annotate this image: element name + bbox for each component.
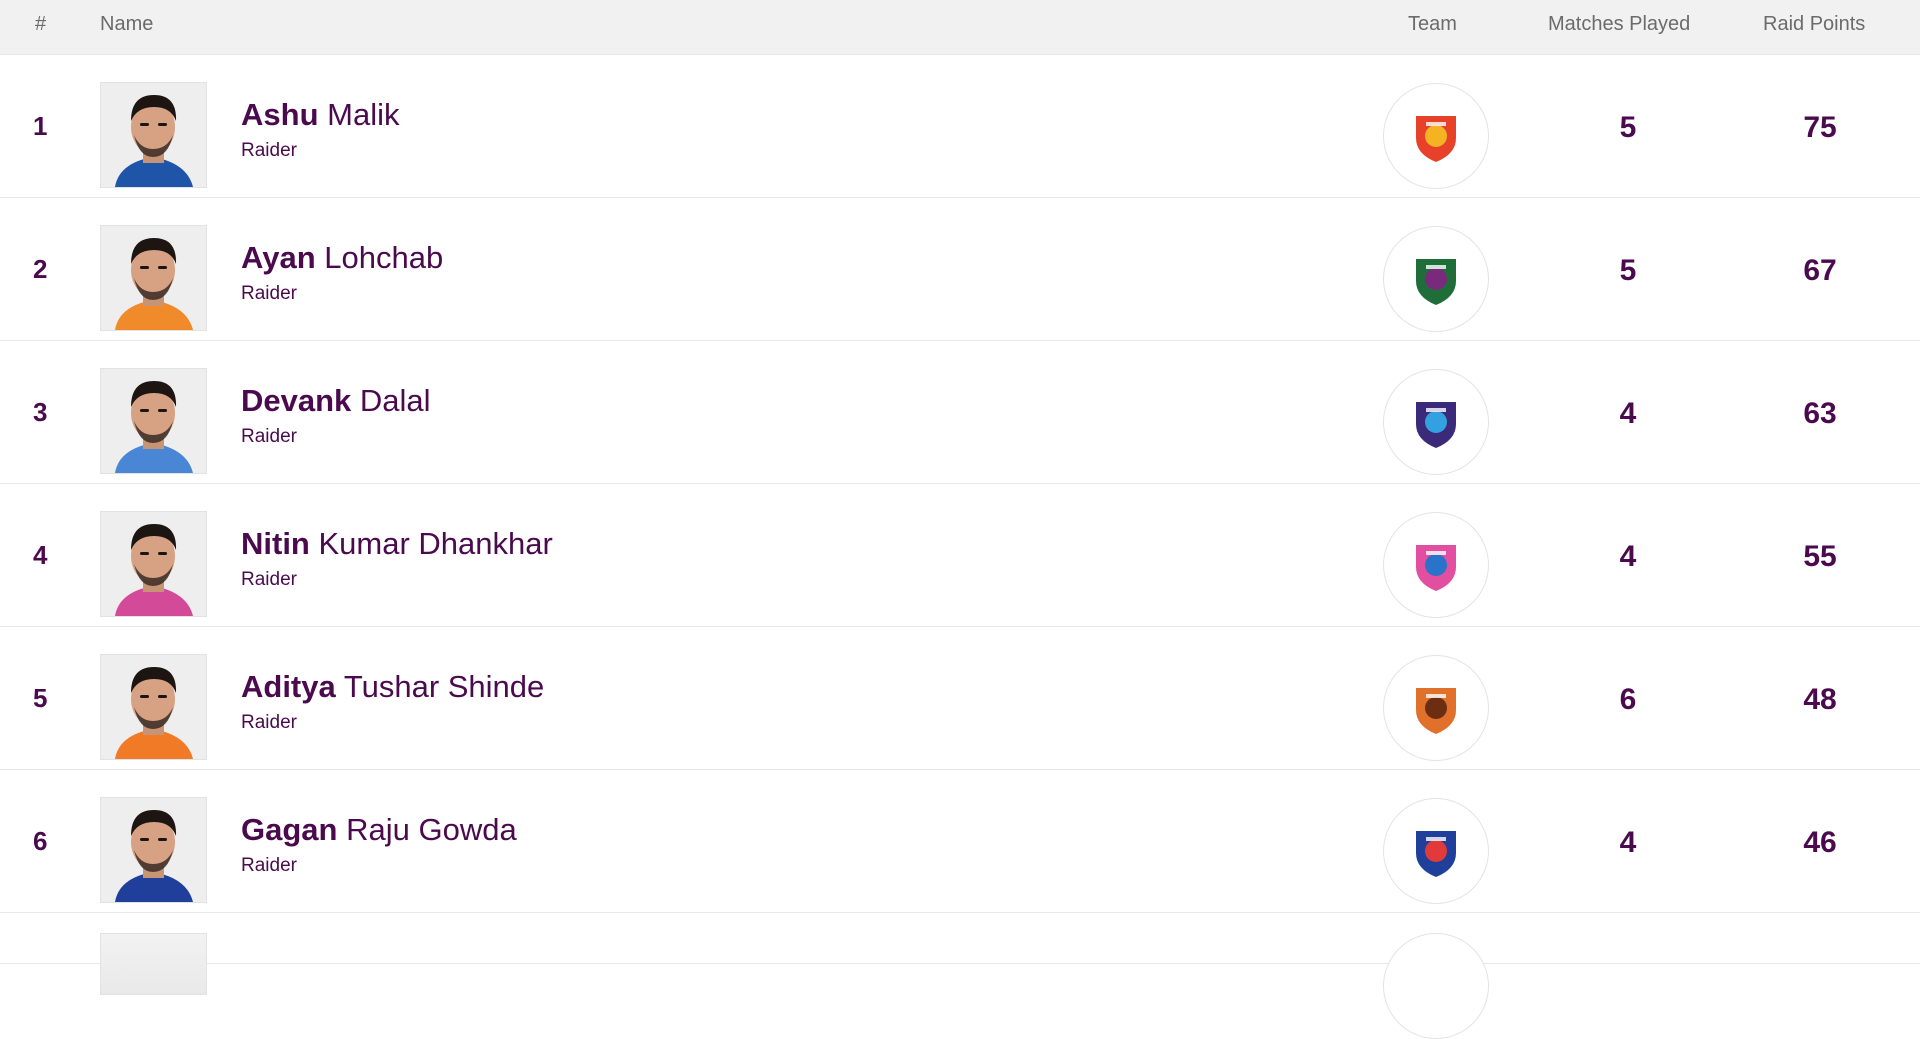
player-rank: 4 <box>33 540 48 570</box>
player-name[interactable]: Aditya Tushar Shinde <box>241 669 544 705</box>
header-rank: # <box>35 13 47 35</box>
player-last-name: Dalal <box>359 383 431 418</box>
matches-played-value: 4 <box>1619 397 1637 430</box>
table-header: # Name Team Matches Played Raid Points <box>0 0 1920 55</box>
raid-points-value: 46 <box>1803 826 1837 859</box>
header-matches-played[interactable]: Matches Played <box>1548 13 1690 36</box>
player-rank: 3 <box>33 397 48 427</box>
player-photo[interactable] <box>100 511 207 617</box>
player-last-name: Lohchab <box>324 240 444 275</box>
table-row[interactable]: 3 Devank Dalal Raider 4 63 <box>0 341 1920 484</box>
raid-points-value: 67 <box>1803 254 1837 287</box>
player-rank: 5 <box>33 683 48 713</box>
player-name[interactable]: Devank Dalal <box>241 383 431 419</box>
player-photo[interactable] <box>100 797 207 903</box>
team-logo-placeholder <box>1383 933 1489 1039</box>
header-raid-points[interactable]: Raid Points <box>1763 13 1865 36</box>
player-rank: 2 <box>33 254 48 284</box>
table-row[interactable]: 5 Aditya Tushar Shinde Raider 6 48 <box>0 627 1920 770</box>
player-role: Raider <box>241 426 297 447</box>
player-first-name: Devank <box>241 383 352 418</box>
player-photo[interactable] <box>100 368 207 474</box>
team-logo-icon[interactable] <box>1383 512 1489 618</box>
team-logo-icon[interactable] <box>1383 83 1489 189</box>
player-role: Raider <box>241 855 297 876</box>
table-row-partial <box>0 913 1920 1039</box>
player-rank: 1 <box>33 111 48 141</box>
player-name[interactable]: Nitin Kumar Dhankhar <box>241 526 553 562</box>
raid-points-value: 55 <box>1803 540 1837 573</box>
table-body: 1 Ashu Malik Raider 5 75 2 Ayan Lohchab Raider 5… <box>0 55 1920 913</box>
matches-played-value: 5 <box>1619 111 1637 144</box>
player-role: Raider <box>241 140 297 161</box>
player-photo[interactable] <box>100 654 207 760</box>
player-first-name: Ayan <box>241 240 316 275</box>
header-name[interactable]: Name <box>100 13 153 36</box>
team-logo-icon[interactable] <box>1383 369 1489 475</box>
player-last-name: Raju Gowda <box>346 812 517 847</box>
player-name[interactable]: Gagan Raju Gowda <box>241 812 517 848</box>
player-name[interactable]: Ayan Lohchab <box>241 240 443 276</box>
player-role: Raider <box>241 569 297 590</box>
matches-played-value: 4 <box>1619 540 1637 573</box>
raid-points-value: 48 <box>1803 683 1837 716</box>
team-logo-icon[interactable] <box>1383 798 1489 904</box>
team-logo-icon[interactable] <box>1383 226 1489 332</box>
raid-points-value: 75 <box>1803 111 1837 144</box>
player-first-name: Ashu <box>241 97 319 132</box>
team-logo-icon[interactable] <box>1383 655 1489 761</box>
raid-points-leaderboard: # Name Team Matches Played Raid Points 1… <box>0 0 1920 1039</box>
matches-played-value: 6 <box>1619 683 1637 716</box>
player-first-name: Aditya <box>241 669 336 704</box>
player-role: Raider <box>241 283 297 304</box>
player-last-name: Tushar Shinde <box>343 669 545 704</box>
player-last-name: Malik <box>327 97 400 132</box>
matches-played-value: 4 <box>1619 826 1637 859</box>
player-photo[interactable] <box>100 225 207 331</box>
player-rank: 6 <box>33 826 48 856</box>
player-photo-placeholder <box>100 933 207 995</box>
player-photo[interactable] <box>100 82 207 188</box>
table-row[interactable]: 1 Ashu Malik Raider 5 75 <box>0 55 1920 198</box>
matches-played-value: 5 <box>1619 254 1637 287</box>
player-name[interactable]: Ashu Malik <box>241 97 399 133</box>
table-row[interactable]: 4 Nitin Kumar Dhankhar Raider 4 55 <box>0 484 1920 627</box>
player-last-name: Kumar Dhankhar <box>318 526 553 561</box>
player-first-name: Nitin <box>241 526 310 561</box>
table-row[interactable]: 2 Ayan Lohchab Raider 5 67 <box>0 198 1920 341</box>
player-role: Raider <box>241 712 297 733</box>
header-team[interactable]: Team <box>1408 13 1457 36</box>
table-row[interactable]: 6 Gagan Raju Gowda Raider 4 46 <box>0 770 1920 913</box>
raid-points-value: 63 <box>1803 397 1837 430</box>
player-first-name: Gagan <box>241 812 338 847</box>
